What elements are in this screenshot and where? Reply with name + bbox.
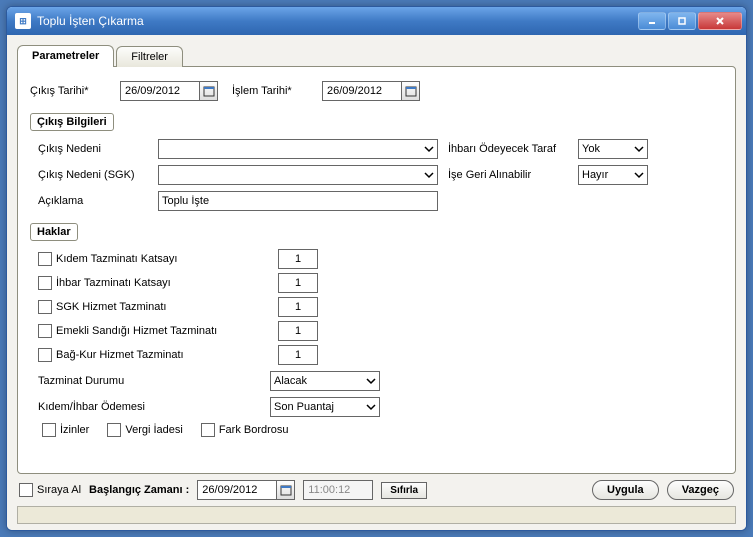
cikis-nedeni-combo[interactable] [158, 139, 438, 159]
calendar-icon[interactable] [199, 82, 217, 100]
baslangic-zamani-label: Başlangıç Zamanı : [89, 484, 189, 496]
hak-value-input[interactable] [278, 345, 318, 365]
sifirla-button[interactable]: Sıfırla [381, 482, 427, 499]
cikis-nedeni-label: Çıkış Nedeni [38, 143, 158, 155]
fark-bordrosu-label: Fark Bordrosu [219, 424, 289, 436]
app-window: ⊞ Toplu İşten Çıkarma Parametreler Filtr… [6, 6, 747, 531]
islem-tarihi-input[interactable] [323, 82, 401, 100]
baslangic-tarih-wrap [197, 480, 295, 500]
islem-tarihi-input-wrap [322, 81, 420, 101]
tazminat-durumu-label: Tazminat Durumu [38, 375, 270, 387]
hak-label: Bağ-Kur Hizmet Tazminatı [56, 349, 184, 361]
hak-checkbox[interactable]: SGK Hizmet Tazminatı [38, 300, 166, 314]
hak-value-input[interactable] [278, 273, 318, 293]
cikis-nedeni-sgk-combo[interactable] [158, 165, 438, 185]
ise-geri-label: İşe Geri Alınabilir [448, 169, 578, 181]
vergi-iadesi-checkbox[interactable]: Vergi İadesi [107, 423, 182, 437]
izinler-checkbox[interactable]: İzinler [42, 423, 89, 437]
hak-value-input[interactable] [278, 249, 318, 269]
hak-value-input[interactable] [278, 297, 318, 317]
hak-label: Kıdem Tazminatı Katsayı [56, 253, 177, 265]
kidem-ihbar-label: Kıdem/İhbar Ödemesi [38, 401, 270, 413]
siraya-al-label: Sıraya Al [37, 484, 81, 496]
izinler-label: İzinler [60, 424, 89, 436]
app-icon: ⊞ [15, 13, 31, 29]
aciklama-label: Açıklama [38, 195, 158, 207]
vergi-iadesi-label: Vergi İadesi [125, 424, 182, 436]
ihbar-taraf-combo[interactable]: Yok [578, 139, 648, 159]
hak-label: İhbar Tazminatı Katsayı [56, 277, 171, 289]
hak-checkbox[interactable]: Kıdem Tazminatı Katsayı [38, 252, 177, 266]
panel-parametreler: Çıkış Tarihi* İşlem Tarihi* Çıkış Bilgil… [17, 66, 736, 474]
close-button[interactable] [698, 12, 742, 30]
tazminat-durumu-combo[interactable]: Alacak [270, 371, 380, 391]
ihbar-taraf-label: İhbarı Ödeyecek Taraf [448, 143, 578, 155]
islem-tarihi-label: İşlem Tarihi* [232, 85, 322, 97]
hak-checkbox[interactable]: Bağ-Kur Hizmet Tazminatı [38, 348, 184, 362]
cikis-bilgileri-group: Çıkış Bilgileri [30, 113, 114, 131]
hak-value-input[interactable] [278, 321, 318, 341]
cikis-tarihi-label: Çıkış Tarihi* [30, 85, 120, 97]
statusbar [17, 506, 736, 524]
tabstrip: Parametreler Filtreler [17, 43, 736, 67]
baslangic-tarih-input[interactable] [198, 481, 276, 499]
haklar-group: Haklar [30, 223, 78, 241]
maximize-button[interactable] [668, 12, 696, 30]
hak-checkbox[interactable]: İhbar Tazminatı Katsayı [38, 276, 171, 290]
client-area: Parametreler Filtreler Çıkış Tarihi* İşl… [7, 35, 746, 530]
window-title: Toplu İşten Çıkarma [37, 14, 638, 28]
hak-checkbox[interactable]: Emekli Sandığı Hizmet Tazminatı [38, 324, 217, 338]
aciklama-input[interactable] [158, 191, 438, 211]
kidem-ihbar-combo[interactable]: Son Puantaj [270, 397, 380, 417]
vazgec-button[interactable]: Vazgeç [667, 480, 734, 500]
cikis-nedeni-sgk-label: Çıkış Nedeni (SGK) [38, 169, 158, 181]
fark-bordrosu-checkbox[interactable]: Fark Bordrosu [201, 423, 289, 437]
ise-geri-combo[interactable]: Hayır [578, 165, 648, 185]
hak-label: Emekli Sandığı Hizmet Tazminatı [56, 325, 217, 337]
bottom-bar: Sıraya Al Başlangıç Zamanı : Sıfırla Uyg… [17, 474, 736, 502]
tab-parametreler[interactable]: Parametreler [17, 45, 114, 67]
calendar-icon[interactable] [401, 82, 419, 100]
baslangic-saat-input [303, 480, 373, 500]
cikis-tarihi-input-wrap [120, 81, 218, 101]
hak-label: SGK Hizmet Tazminatı [56, 301, 166, 313]
titlebar: ⊞ Toplu İşten Çıkarma [7, 7, 746, 35]
minimize-button[interactable] [638, 12, 666, 30]
uygula-button[interactable]: Uygula [592, 480, 659, 500]
siraya-al-checkbox[interactable]: Sıraya Al [19, 483, 81, 497]
calendar-icon[interactable] [276, 481, 294, 499]
cikis-tarihi-input[interactable] [121, 82, 199, 100]
tab-filtreler[interactable]: Filtreler [116, 46, 183, 67]
